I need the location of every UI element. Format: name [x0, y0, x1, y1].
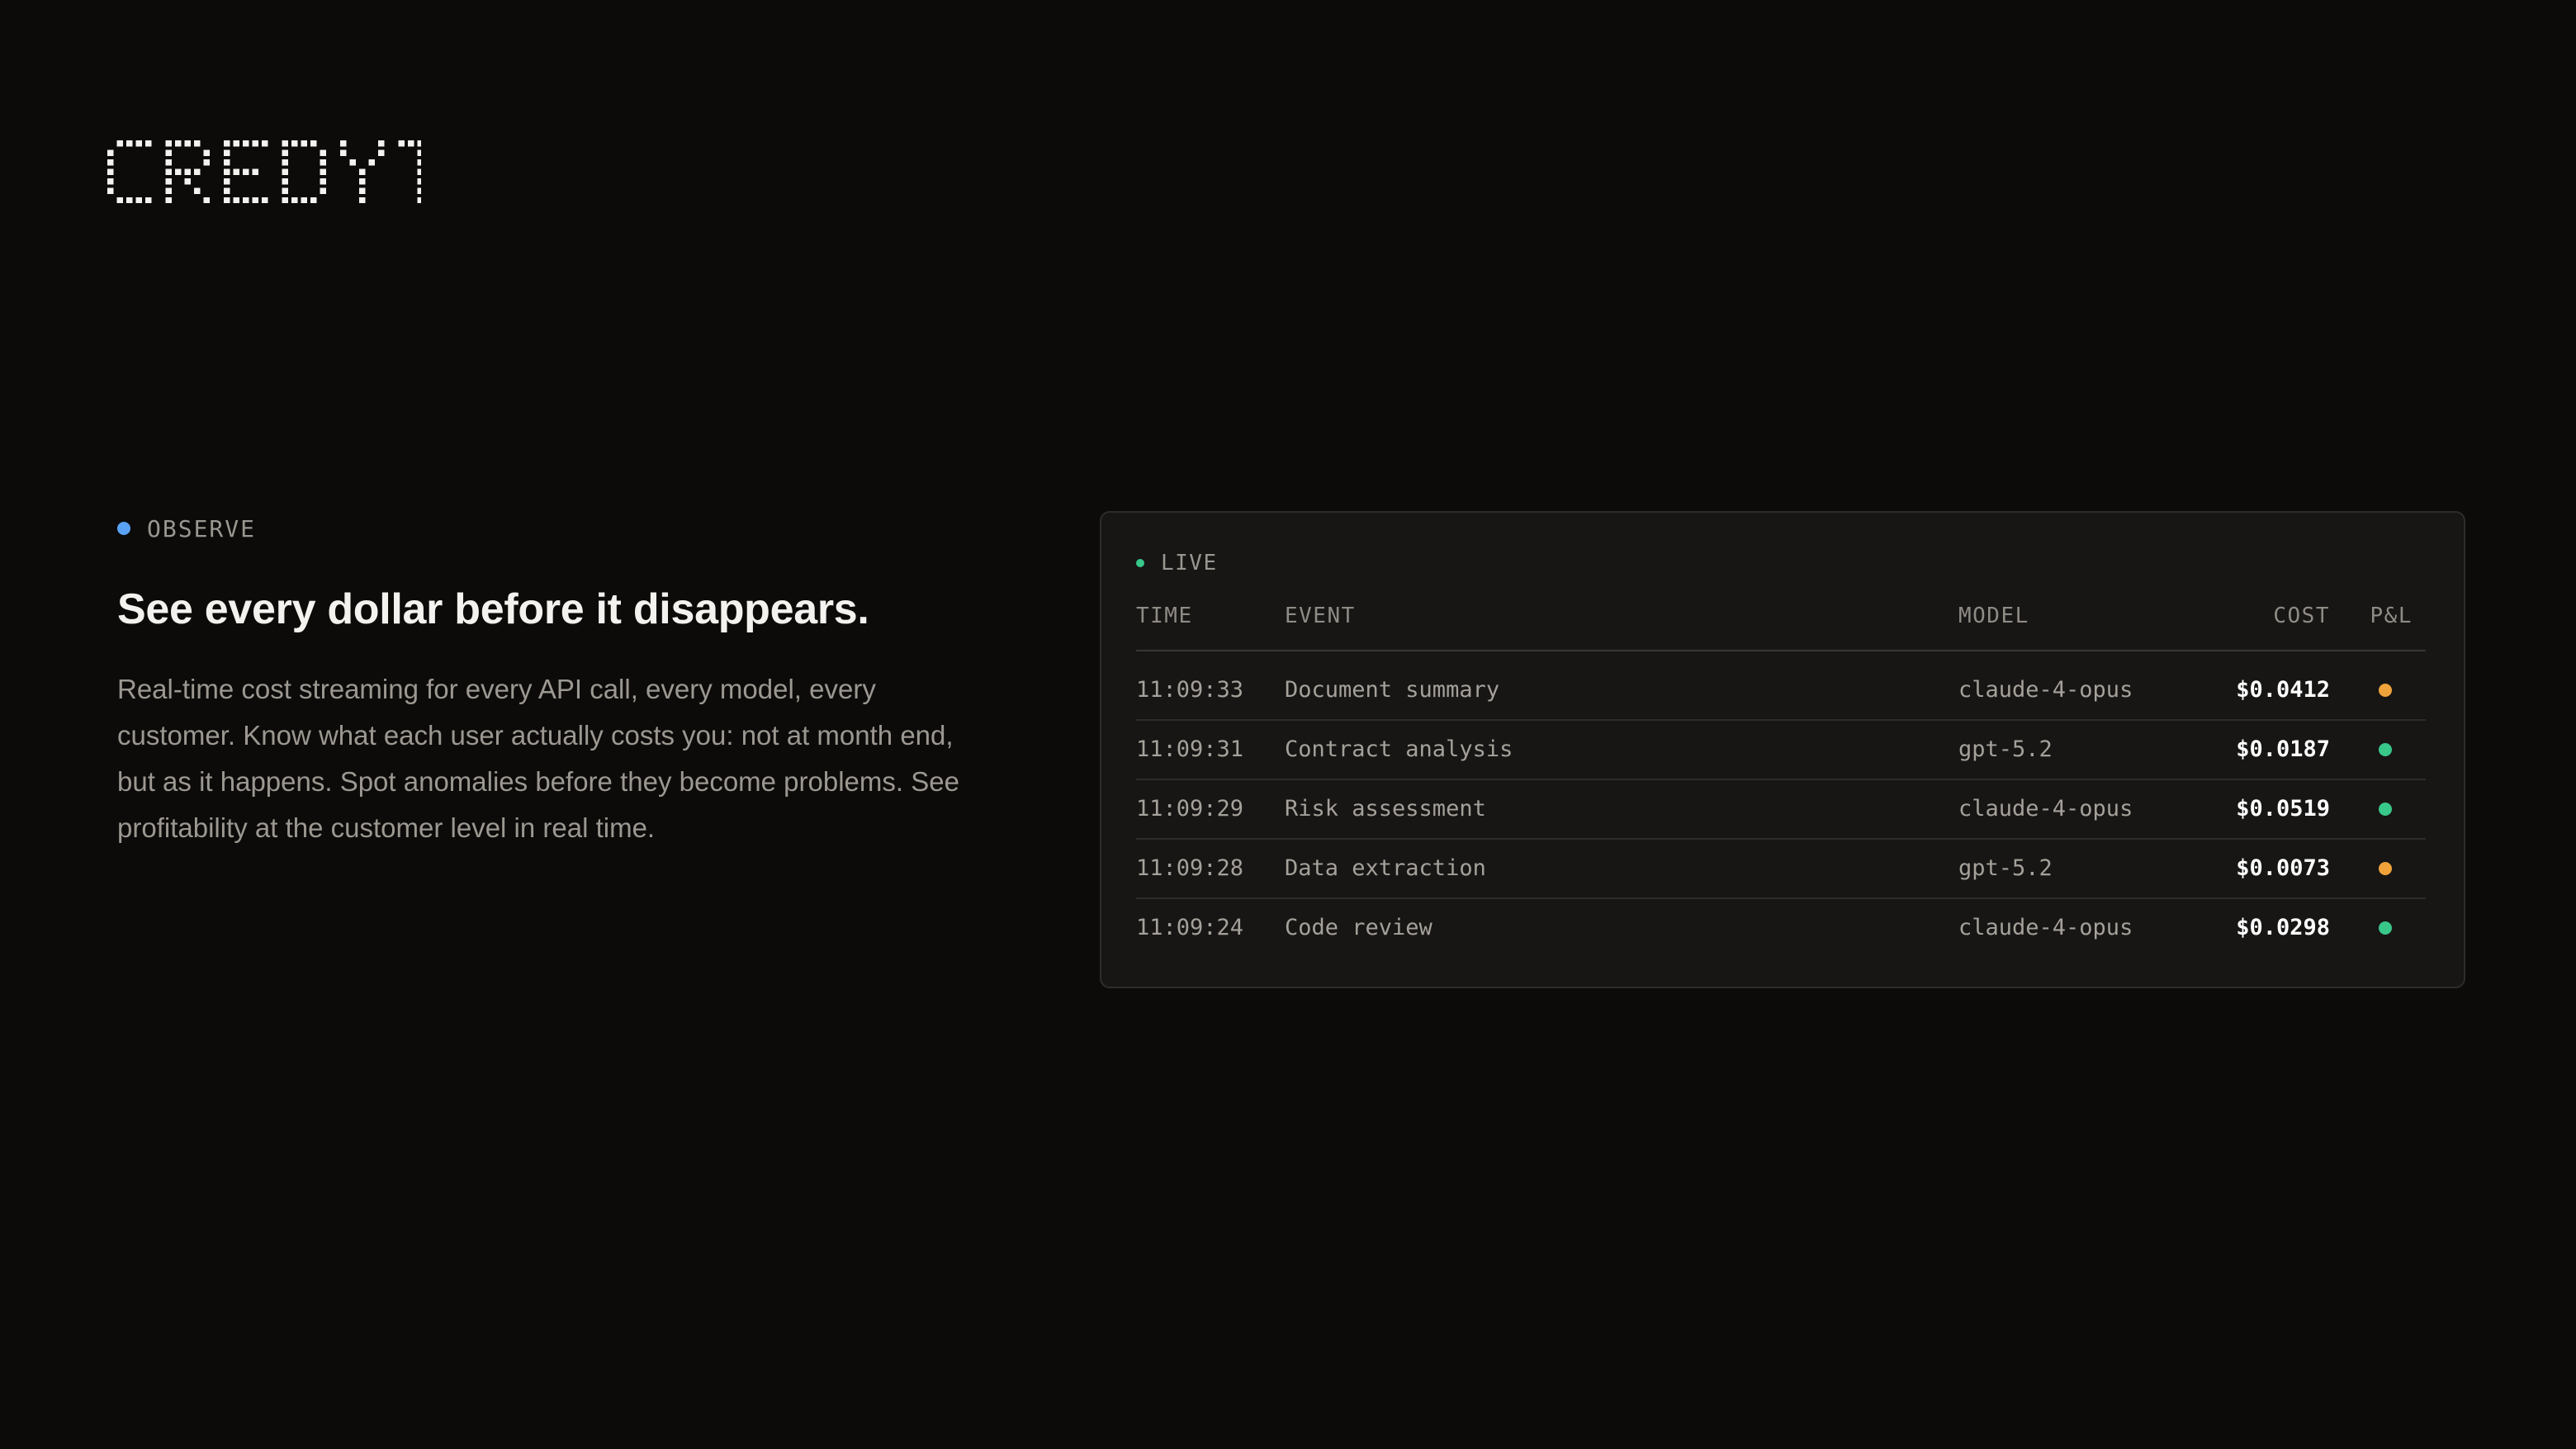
pl-status-dot-icon [2379, 743, 2392, 756]
table-row[interactable]: 11:09:24 Code review claude-4-opus $0.02… [1136, 899, 2426, 957]
row-cost: $0.0073 [2236, 855, 2330, 881]
live-indicator: LIVE [1136, 549, 1218, 577]
row-model: gpt-5.2 [1958, 736, 2053, 762]
row-cost: $0.0298 [2236, 915, 2330, 940]
eyebrow-dot-icon [117, 522, 130, 535]
row-time: 11:09:31 [1136, 736, 1244, 762]
row-time: 11:09:28 [1136, 855, 1244, 881]
row-time: 11:09:29 [1136, 796, 1244, 822]
row-event: Data extraction [1285, 855, 1486, 881]
row-event: Code review [1285, 915, 1432, 940]
pl-status-dot-icon [2379, 921, 2392, 935]
live-cost-feed: LIVE TIME EVENT MODEL COST P&L 11:09:33 … [1100, 511, 2465, 988]
row-event: Risk assessment [1285, 796, 1486, 822]
eyebrow-label: OBSERVE [147, 514, 257, 542]
credyt-logo [107, 140, 421, 203]
row-model: gpt-5.2 [1958, 855, 2053, 881]
column-header-event: EVENT [1285, 604, 1356, 628]
row-time: 11:09:24 [1136, 915, 1244, 940]
row-event: Document summary [1285, 677, 1500, 703]
table-row[interactable]: 11:09:31 Contract analysis gpt-5.2 $0.01… [1136, 721, 2426, 780]
row-event: Contract analysis [1285, 736, 1513, 762]
row-time: 11:09:33 [1136, 677, 1244, 703]
row-cost: $0.0187 [2236, 736, 2330, 762]
table-row[interactable]: 11:09:33 Document summary claude-4-opus … [1136, 661, 2426, 721]
column-header-pl: P&L [2370, 604, 2413, 628]
cost-table: TIME EVENT MODEL COST P&L 11:09:33 Docum… [1136, 595, 2426, 957]
row-cost: $0.0519 [2236, 796, 2330, 822]
feature-intro: OBSERVE See every dollar before it disap… [117, 512, 992, 851]
column-header-model: MODEL [1958, 604, 2029, 628]
row-model: claude-4-opus [1958, 915, 2133, 940]
table-body: 11:09:33 Document summary claude-4-opus … [1136, 661, 2426, 957]
table-row[interactable]: 11:09:29 Risk assessment claude-4-opus $… [1136, 780, 2426, 840]
row-cost: $0.0412 [2236, 677, 2330, 703]
column-header-time: TIME [1136, 604, 1193, 628]
column-header-cost: COST [2273, 604, 2330, 628]
logo[interactable] [107, 140, 421, 203]
pl-status-dot-icon [2379, 684, 2392, 697]
row-model: claude-4-opus [1958, 677, 2133, 703]
section-description: Real-time cost streaming for every API c… [117, 674, 959, 844]
section-headline: See every dollar before it disappears. [117, 585, 869, 633]
pl-status-dot-icon [2379, 862, 2392, 875]
live-label: LIVE [1161, 551, 1218, 575]
table-row[interactable]: 11:09:28 Data extraction gpt-5.2 $0.0073 [1136, 840, 2426, 899]
live-dot-icon [1136, 559, 1144, 567]
table-header: TIME EVENT MODEL COST P&L [1136, 595, 2426, 651]
pl-status-dot-icon [2379, 803, 2392, 816]
row-model: claude-4-opus [1958, 796, 2133, 822]
section-eyebrow: OBSERVE [117, 512, 992, 545]
